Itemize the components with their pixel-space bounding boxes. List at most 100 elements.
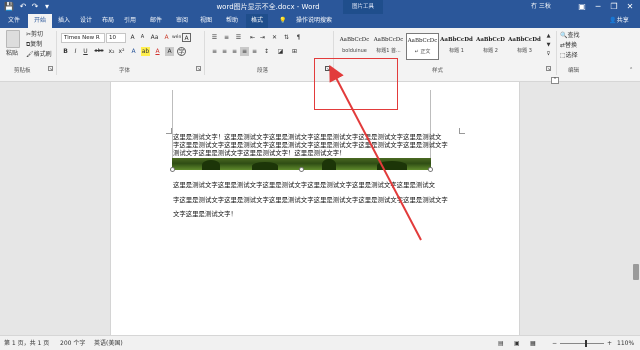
collapse-ribbon-icon[interactable]: ⌃ — [629, 66, 633, 75]
print-layout-icon[interactable]: ▣ — [514, 336, 520, 350]
tell-me-search[interactable]: 操作说明搜索 — [290, 14, 338, 28]
tree-shape — [252, 162, 278, 170]
clipboard-launcher-icon[interactable]: ↘ — [48, 66, 53, 71]
underline-button[interactable]: U — [81, 47, 90, 56]
styles-launcher-icon[interactable]: ↘ — [546, 66, 551, 71]
style-item[interactable]: AaBbCcDc 标题1 首... — [372, 33, 405, 60]
web-layout-icon[interactable]: ▦ — [530, 336, 536, 350]
tab-mailings[interactable]: 邮件 — [146, 14, 166, 28]
phonetic-guide-icon[interactable]: wén — [172, 33, 181, 42]
paste-button[interactable]: 粘贴 — [6, 49, 18, 58]
collapse-icon[interactable]: ⌃ — [551, 77, 559, 84]
word-count[interactable]: 200 个字 — [60, 336, 85, 350]
tab-file[interactable]: 文件 — [3, 14, 25, 28]
justify-icon[interactable]: ≡ — [240, 47, 249, 56]
language-indicator[interactable]: 英语(美国) — [94, 336, 123, 350]
line-spacing-icon[interactable]: ↕ — [262, 47, 271, 56]
style-item-heading-3[interactable]: AaBbCcDd 标题 3 — [508, 33, 541, 60]
character-shading-icon[interactable]: A — [165, 47, 174, 56]
style-item-heading-1[interactable]: AaBbCcDd 标题 1 — [440, 33, 473, 60]
copy-button[interactable]: ⧉复制 — [26, 40, 42, 49]
paragraph-2[interactable]: 这里是测试文字这里是测试文字这里是测试文字这里是测试文字这里是测试文字这里是测试… — [173, 178, 448, 222]
close-button[interactable]: ✕ — [622, 0, 638, 14]
highlight-icon[interactable]: ab — [141, 47, 150, 56]
grow-font-icon[interactable]: A — [128, 33, 137, 42]
subscript-button[interactable]: x₂ — [107, 47, 116, 56]
style-item-normal[interactable]: AaBbCcDc ↵ 正文 — [406, 33, 439, 60]
bold-button[interactable]: B — [61, 47, 70, 56]
styles-scroll-down-icon[interactable]: ▼ — [544, 41, 553, 50]
zoom-in-button[interactable]: + — [607, 336, 612, 350]
font-color-icon[interactable]: A — [153, 47, 162, 56]
tab-help[interactable]: 帮助 — [222, 14, 242, 28]
sort-icon[interactable]: ⇅ — [282, 33, 291, 42]
save-icon[interactable]: 💾 — [4, 2, 14, 12]
find-button[interactable]: 🔍查找 — [560, 31, 580, 40]
tab-references[interactable]: 引用 — [120, 14, 140, 28]
enclose-characters-icon[interactable]: 字 — [177, 47, 186, 56]
resize-handle[interactable] — [299, 167, 304, 172]
bullets-icon[interactable]: ☰ — [210, 33, 219, 42]
redo-icon[interactable]: ↷ — [30, 2, 40, 12]
zoom-out-button[interactable]: − — [552, 336, 557, 350]
resize-handle[interactable] — [170, 167, 175, 172]
tab-design[interactable]: 设计 — [76, 14, 96, 28]
zoom-slider-thumb[interactable] — [585, 340, 587, 347]
change-case-icon[interactable]: Aa — [150, 33, 159, 42]
shading-icon[interactable]: ◪ — [276, 47, 285, 56]
numbering-icon[interactable]: ≡ — [222, 33, 231, 42]
zoom-slider[interactable] — [560, 343, 604, 344]
paste-icon[interactable] — [6, 30, 20, 48]
superscript-button[interactable]: x² — [117, 47, 126, 56]
read-mode-icon[interactable]: ▤ — [498, 336, 504, 350]
minimize-button[interactable]: ─ — [590, 0, 606, 14]
tab-format[interactable]: 格式 — [246, 14, 268, 28]
character-border-icon[interactable]: A — [182, 33, 191, 42]
undo-icon[interactable]: ↶ — [18, 2, 28, 12]
multilevel-list-icon[interactable]: ☰ — [234, 33, 243, 42]
select-button[interactable]: ⬚选择 — [560, 51, 578, 60]
align-center-icon[interactable]: ≡ — [220, 47, 229, 56]
tab-insert[interactable]: 插入 — [54, 14, 74, 28]
scroll-thumb[interactable] — [633, 264, 639, 280]
vertical-scrollbar[interactable] — [632, 82, 640, 335]
chinese-layout-icon[interactable]: ✕ — [270, 33, 279, 42]
paragraph-1[interactable]: 这里是测试文字！这里是测试文字这里是测试文字这里是测试文字这里是测试文字这里是测… — [173, 133, 448, 157]
show-marks-icon[interactable]: ¶ — [294, 33, 303, 42]
italic-button[interactable]: I — [71, 47, 80, 56]
clipboard-group-label: 剪贴板 — [14, 68, 31, 74]
tab-layout[interactable]: 布局 — [98, 14, 118, 28]
styles-more-icon[interactable]: ⊽ — [544, 50, 553, 59]
style-item-heading-2[interactable]: AaBbCcD 标题 2 — [474, 33, 507, 60]
tab-home[interactable]: 开始 — [28, 14, 52, 28]
user-name[interactable]: 冇 三秋 — [531, 0, 551, 14]
align-right-icon[interactable]: ≡ — [230, 47, 239, 56]
customize-quick-access-icon[interactable]: ▾ — [42, 2, 52, 12]
distributed-icon[interactable]: ≡ — [250, 47, 259, 56]
tab-view[interactable]: 视图 — [196, 14, 216, 28]
text-effects-icon[interactable]: A — [129, 47, 138, 56]
align-left-icon[interactable]: ≡ — [210, 47, 219, 56]
styles-scroll-up-icon[interactable]: ▲ — [544, 32, 553, 41]
borders-icon[interactable]: ⊞ — [290, 47, 299, 56]
text-line: 测试文字这里是测试文字这里是测试文字！这里是测试文字！ — [173, 149, 346, 157]
ribbon-display-icon[interactable]: ▣ — [574, 0, 590, 14]
replace-button[interactable]: ⇄替换 — [560, 41, 577, 50]
strikethrough-button[interactable]: abc — [93, 47, 105, 56]
cut-button[interactable]: ✂剪切 — [26, 30, 43, 39]
shrink-font-icon[interactable]: A — [138, 33, 147, 42]
font-launcher-icon[interactable]: ↘ — [196, 66, 201, 71]
zoom-level[interactable]: 110% — [617, 336, 634, 350]
style-item[interactable]: AaBbCcDc bolduinue — [338, 33, 371, 60]
format-painter-button[interactable]: 🖌格式刷 — [26, 50, 52, 59]
restore-button[interactable]: ❐ — [606, 0, 622, 14]
share-button[interactable]: 👤共享 — [602, 14, 636, 28]
font-name-dropdown[interactable]: Times New R — [61, 33, 105, 43]
increase-indent-icon[interactable]: ⇥ — [258, 33, 267, 42]
tab-review[interactable]: 审阅 — [172, 14, 192, 28]
resize-handle[interactable] — [428, 167, 433, 172]
clear-format-icon[interactable]: A — [162, 33, 171, 42]
decrease-indent-icon[interactable]: ⇤ — [248, 33, 257, 42]
font-size-dropdown[interactable]: 10 — [106, 33, 126, 43]
page-count[interactable]: 第 1 页，共 1 页 — [4, 336, 49, 350]
